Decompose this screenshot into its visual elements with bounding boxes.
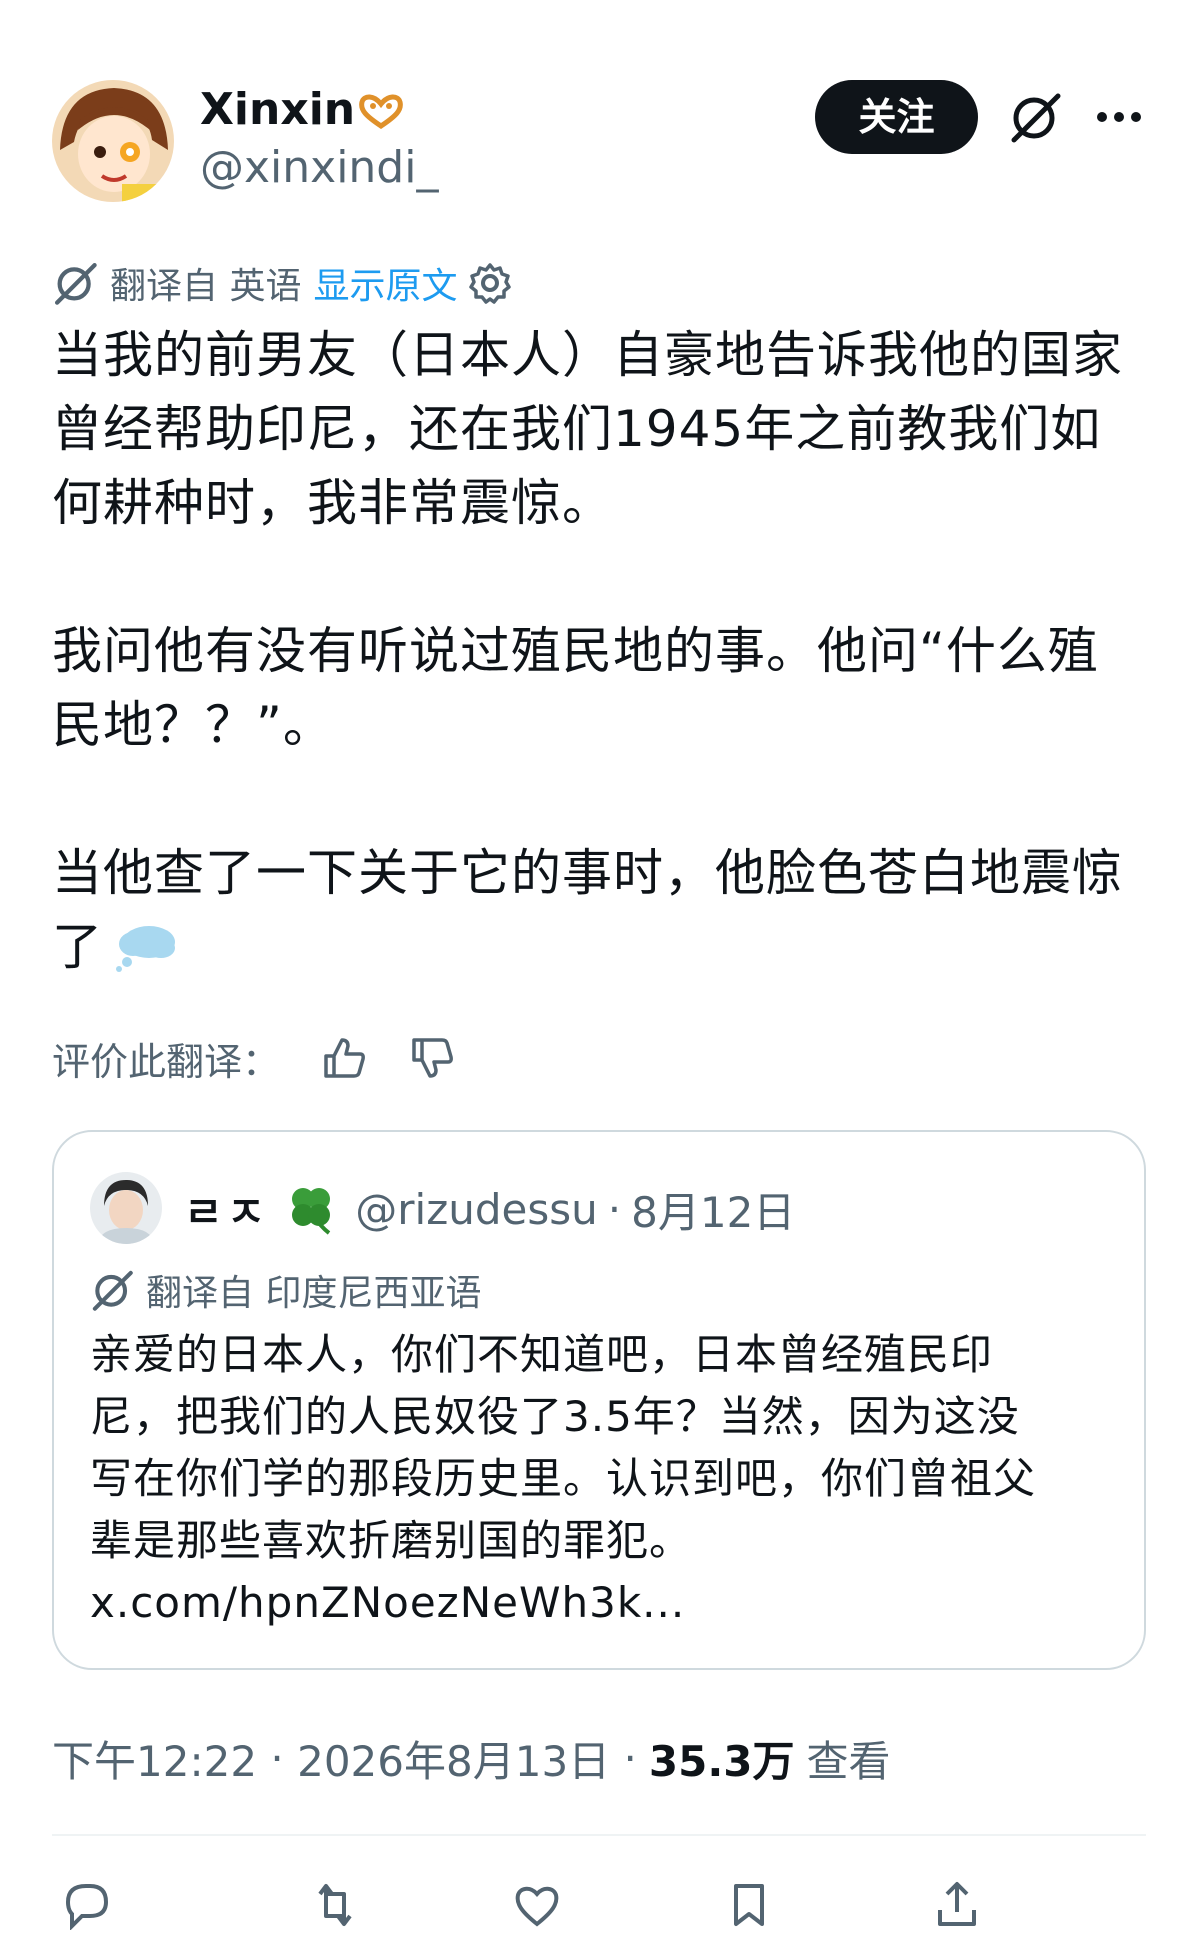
quoted-translation-row: 翻译自 印度尼西亚语 (90, 1262, 481, 1318)
quoted-tweet-text: 亲爱的日本人，你们不知道吧，日本曾经殖民印 尼，把我们的人民奴役了3.5年？当然… (90, 1330, 1037, 1627)
quoted-header: ㄹㅈ @rizudessu · 8月12日 (184, 1176, 795, 1242)
author-handle[interactable]: @xinxindi_ (200, 140, 438, 196)
separator-dot: · (607, 1184, 622, 1234)
views-count: 35.3万 (648, 1736, 795, 1786)
tweet-paragraph-2: 我问他有没有听说过殖民地的事。他问“什么殖 民地？？”。 (52, 622, 1099, 754)
settings-gear-icon[interactable] (469, 262, 512, 304)
pretzel-badge-icon (356, 92, 406, 132)
tweet-date[interactable]: 2026年8月13日 (297, 1728, 610, 1789)
more-icon[interactable] (1094, 92, 1144, 142)
repost-icon (318, 1884, 352, 1926)
thumbs-down-icon[interactable] (408, 1034, 456, 1082)
quoted-author-avatar[interactable] (90, 1172, 162, 1244)
thought-balloon-icon (113, 918, 179, 972)
views-label: 查看 (806, 1736, 891, 1786)
grok-icon[interactable] (1008, 90, 1062, 144)
thumbs-up-icon[interactable] (320, 1034, 368, 1082)
grok-icon (92, 1270, 133, 1311)
action-bar (52, 1880, 1146, 1940)
tweet-time[interactable]: 下午12:22 (52, 1728, 257, 1789)
quoted-translation-label: 翻译自 印度尼西亚语 (146, 1273, 482, 1314)
separator-dot: · (257, 1733, 298, 1783)
separator-dot: · (610, 1733, 637, 1783)
grok-icon (54, 262, 97, 305)
quoted-handle[interactable]: @rizudessu (355, 1185, 597, 1234)
heart-icon (515, 1886, 559, 1927)
show-original-link[interactable]: 显示原文 (313, 257, 457, 309)
divider (52, 1834, 1146, 1836)
share-button[interactable] (932, 1880, 982, 1930)
reply-button[interactable] (62, 1880, 112, 1930)
rate-translation-row: 评价此翻译： (52, 1030, 456, 1086)
tweet-paragraph-1: 当我的前男友（日本人）自豪地告诉我他的国家 曾经帮助印尼，还在我们1945年之前… (52, 326, 1123, 532)
clover-icon (292, 1188, 331, 1235)
tweet-paragraph-3: 当他查了一下关于它的事时，他脸色苍白地震惊 了 (52, 844, 1123, 976)
share-icon (938, 1882, 976, 1926)
author-display-name[interactable]: Xinxin (200, 82, 355, 138)
tweet-meta: 下午12:22 · 2026年8月13日 · 35.3万 查看 (52, 1726, 891, 1790)
quoted-tweet-card[interactable]: ㄹㅈ @rizudessu · 8月12日 翻译自 印度尼西亚语 亲爱的日本人，… (52, 1130, 1146, 1670)
rate-label: 评价此翻译： (52, 1039, 281, 1084)
quoted-date[interactable]: 8月12日 (631, 1179, 795, 1240)
reply-icon (65, 1884, 109, 1930)
author-avatar[interactable] (52, 80, 174, 202)
bookmark-icon (734, 1884, 764, 1926)
tweet-text: 当我的前男友（日本人）自豪地告诉我他的国家 曾经帮助印尼，还在我们1945年之前… (52, 318, 1152, 984)
translation-source: 翻译自 英语 (110, 266, 302, 307)
translation-row: 翻译自 英语 显示原文 (52, 257, 512, 309)
quoted-display-name[interactable]: ㄹㅈ (184, 1179, 269, 1240)
like-button[interactable] (512, 1880, 562, 1930)
repost-button[interactable] (310, 1880, 360, 1930)
bookmark-button[interactable] (724, 1880, 774, 1930)
follow-button[interactable]: 关注 (815, 80, 978, 154)
